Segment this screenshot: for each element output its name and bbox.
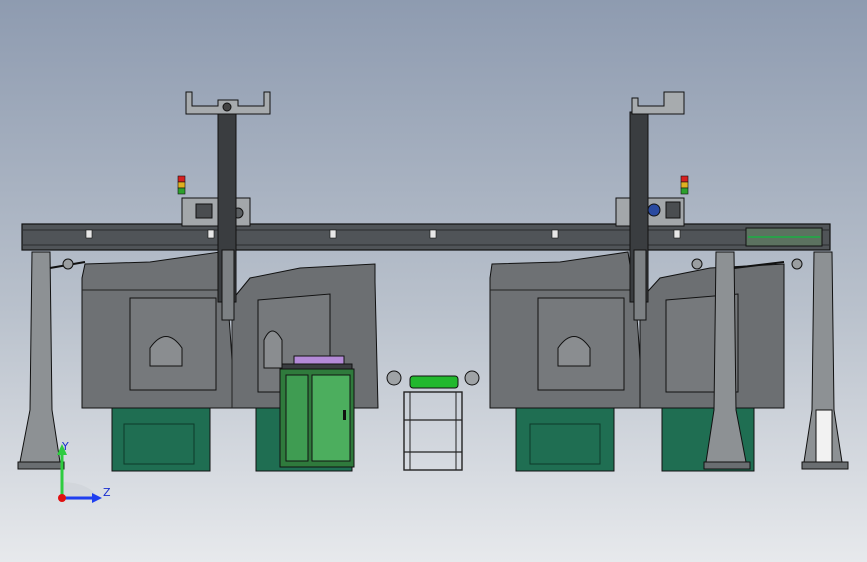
cad-viewport: Y Z — [0, 0, 867, 562]
left-lathe-base-a — [111, 404, 211, 472]
z-axis-arrow — [92, 493, 102, 503]
right-lathe-base-a — [515, 404, 615, 472]
left-stack-light-green — [177, 187, 186, 195]
right-robot-top-bracket — [631, 91, 685, 115]
roller-stand-frame — [403, 391, 463, 471]
gantry-beam — [21, 223, 831, 251]
gantry-beam-body — [21, 223, 831, 251]
gantry-leg-right-panel — [815, 409, 833, 463]
right-stack-light-yellow — [680, 181, 689, 189]
machine-assembly-drawing — [17, 91, 849, 503]
loading-station — [279, 355, 355, 468]
right-stack-light-red — [680, 175, 689, 183]
right-stack-light-green — [680, 187, 689, 195]
conveyor-roller — [409, 375, 459, 389]
loading-station-tray — [293, 355, 345, 365]
x-axis-origin — [58, 494, 66, 502]
z-axis-label: Z — [103, 486, 111, 499]
y-axis-label: Y — [62, 440, 69, 453]
left-stack-light-yellow — [177, 181, 186, 189]
roller-stand — [386, 370, 480, 471]
gantry-leg-left — [19, 251, 61, 463]
left-stack-light-red — [177, 175, 186, 183]
left-lathe-viewport-right — [263, 330, 283, 369]
